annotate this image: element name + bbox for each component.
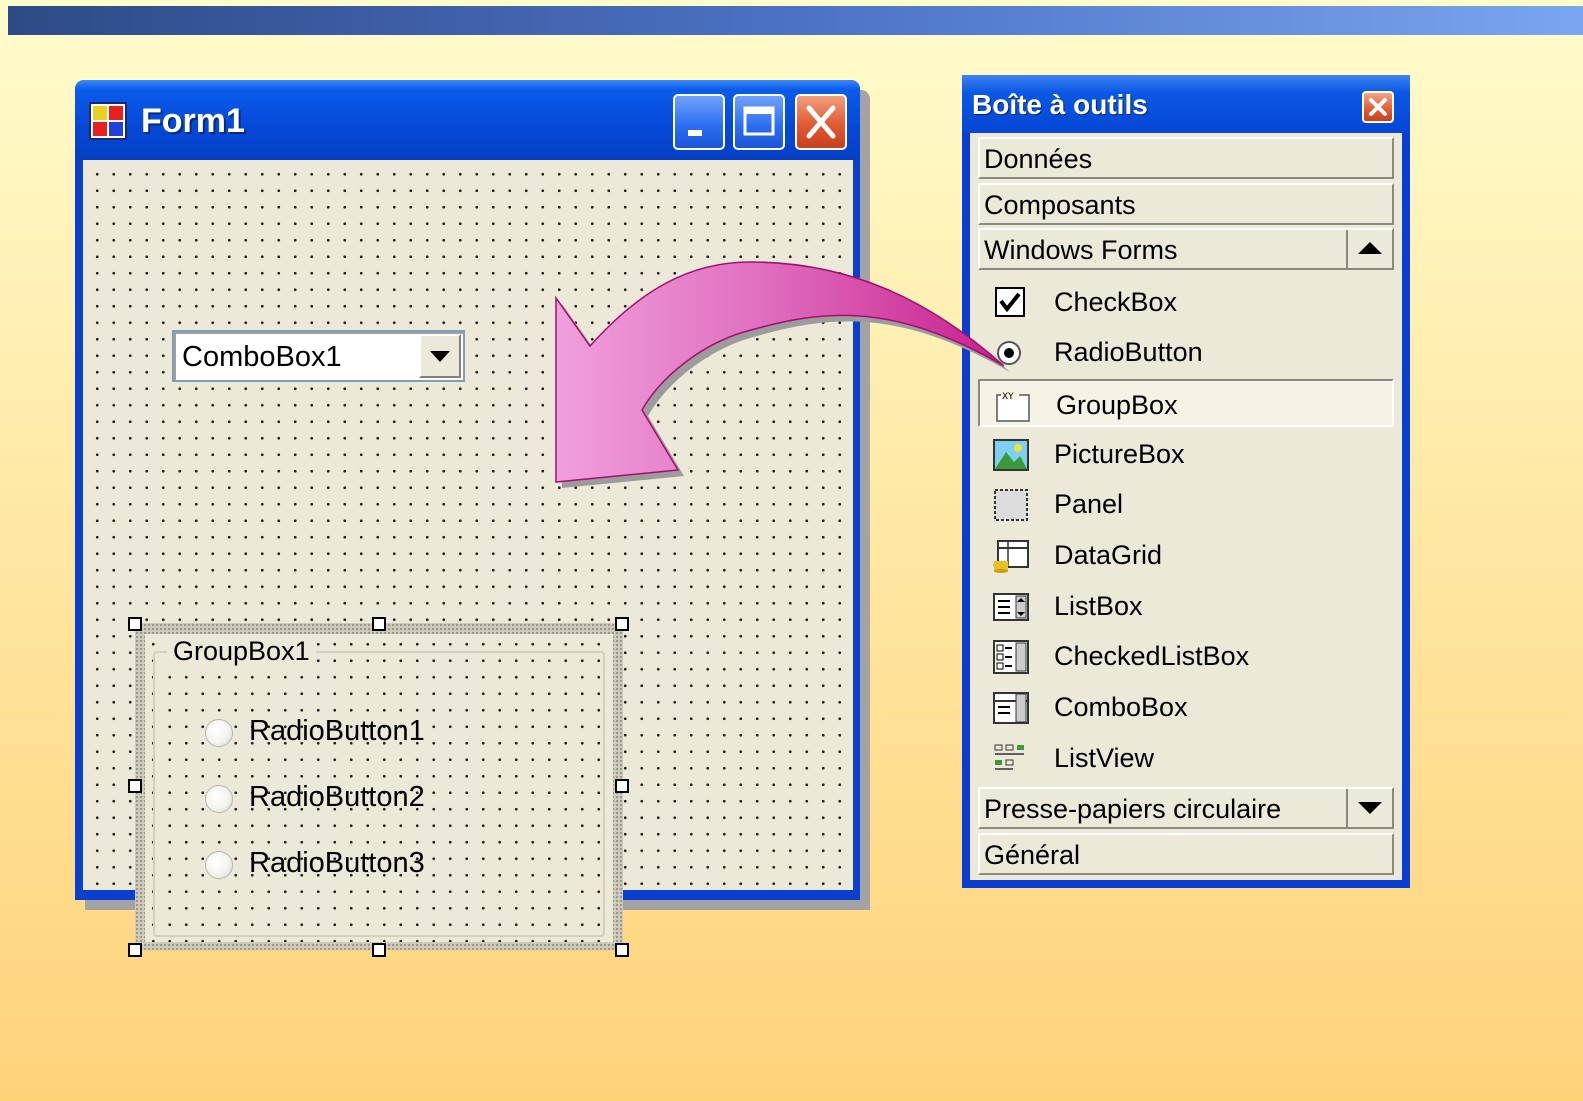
drag-arrow-graphic <box>555 261 1010 488</box>
drag-arrow <box>555 261 1005 483</box>
